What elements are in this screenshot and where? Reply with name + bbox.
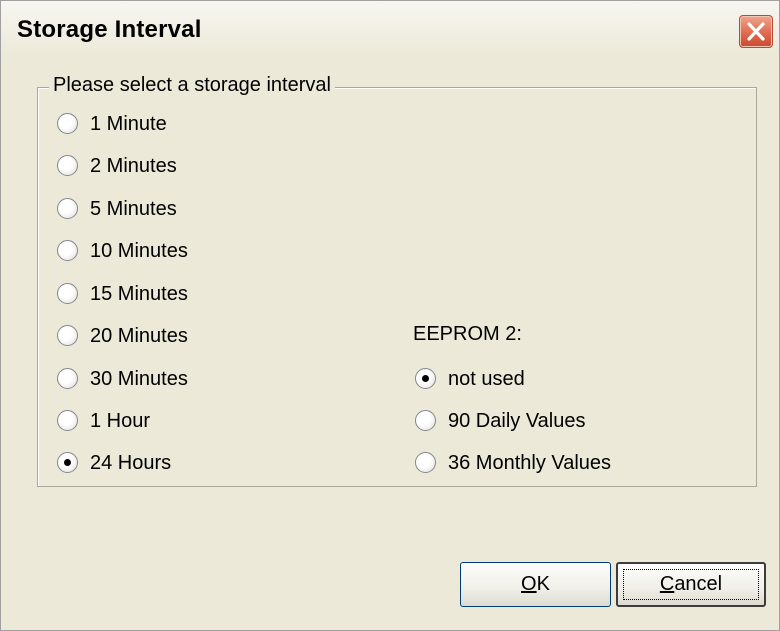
cancel-button[interactable]: Cancel: [616, 562, 766, 607]
radio-label: 10 Minutes: [90, 240, 188, 262]
radio-circle[interactable]: [57, 410, 78, 431]
radio-label: 20 Minutes: [90, 325, 188, 347]
radio-label: 36 Monthly Values: [448, 452, 612, 474]
group-label: Please select a storage interval: [49, 74, 335, 97]
radio-selected-dot: [64, 459, 71, 466]
radio-label: 15 Minutes: [90, 283, 188, 305]
eeprom-label: EEPROM 2:: [413, 323, 522, 345]
title-bar[interactable]: Storage Interval: [1, 1, 779, 57]
radio-label: 30 Minutes: [90, 368, 188, 390]
radio-label: 5 Minutes: [90, 198, 177, 220]
radio-circle[interactable]: [415, 452, 436, 473]
dialog-title: Storage Interval: [17, 16, 202, 43]
focus-rectangle: [623, 569, 759, 600]
radio-label: 2 Minutes: [90, 155, 177, 177]
ok-mnemonic: O: [521, 573, 537, 595]
radio-label: 24 Hours: [90, 452, 172, 474]
ok-button[interactable]: OK: [460, 562, 611, 607]
radio-label: 90 Daily Values: [448, 410, 586, 432]
storage-interval-dialog: Storage Interval Please select a storage…: [0, 0, 780, 631]
radio-circle[interactable]: [415, 368, 436, 389]
radio-circle[interactable]: [57, 283, 78, 304]
radio-circle[interactable]: [57, 155, 78, 176]
radio-circle[interactable]: [57, 240, 78, 261]
radio-label: 1 Minute: [90, 113, 167, 135]
radio-circle[interactable]: [57, 325, 78, 346]
radio-circle[interactable]: [57, 113, 78, 134]
radio-circle[interactable]: [415, 410, 436, 431]
radio-label: not used: [448, 368, 525, 390]
ok-label-rest: K: [536, 573, 550, 595]
radio-label: 1 Hour: [90, 410, 151, 432]
radio-selected-dot: [422, 375, 429, 382]
close-button[interactable]: [739, 15, 773, 48]
radio-circle[interactable]: [57, 368, 78, 389]
close-icon: [747, 22, 765, 41]
radio-circle[interactable]: [57, 452, 78, 473]
radio-circle[interactable]: [57, 198, 78, 219]
